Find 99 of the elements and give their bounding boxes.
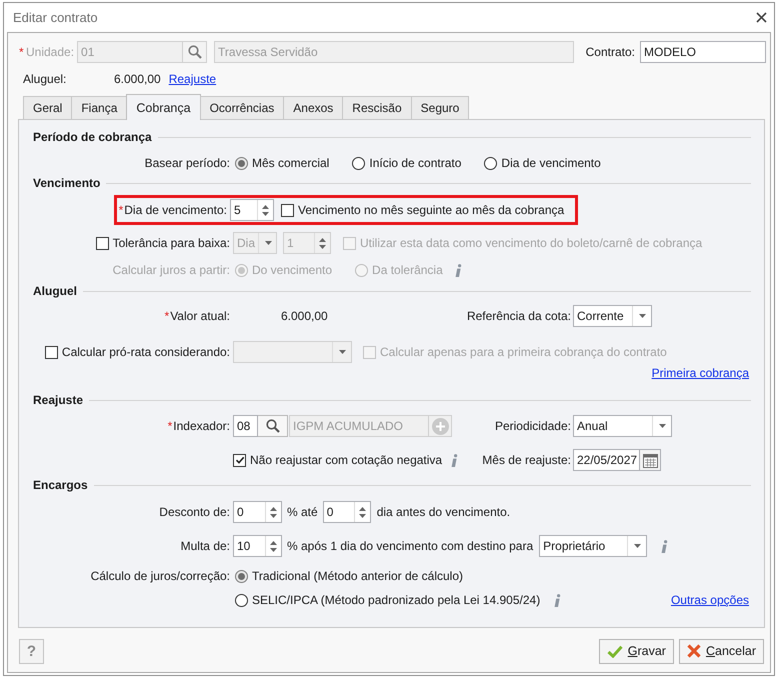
info-icon[interactable] [660, 540, 668, 552]
field-text: % até [287, 505, 318, 519]
cross-icon [686, 644, 701, 658]
section-title: Aluguel [33, 284, 77, 298]
caret-up-icon[interactable] [270, 506, 277, 510]
tab[interactable]: Rescisão [342, 96, 412, 119]
checkbox[interactable] [281, 204, 294, 216]
search-icon [188, 45, 202, 59]
radio-label: Início de contrato [369, 156, 462, 170]
destination-dropdown[interactable]: Proprietário [539, 535, 648, 557]
section-title: Encargos [33, 478, 88, 492]
radio-label: Da tolerância [372, 263, 443, 277]
caret-down-icon[interactable] [358, 514, 366, 518]
field-text: dia antes do vencimento. [376, 505, 510, 519]
field-label: Basear período: [144, 156, 230, 170]
caret-up-icon[interactable] [358, 506, 366, 510]
periodicity-dropdown[interactable]: Anual [573, 415, 672, 437]
search-button[interactable] [183, 41, 208, 63]
required-mark: * [164, 309, 170, 323]
caret-down-icon [634, 544, 641, 548]
radio-button[interactable] [484, 156, 498, 170]
tab[interactable]: Ocorrências [200, 96, 284, 119]
field-label: Cálculo de juros/correção: [90, 569, 230, 583]
tab[interactable]: Cobrança [126, 94, 201, 120]
tab[interactable]: Fiança [71, 96, 128, 119]
caret-down-icon [638, 314, 646, 318]
search-icon [266, 419, 280, 433]
checkbox[interactable] [44, 346, 58, 358]
number-field[interactable]: 0 [233, 501, 282, 523]
quota-reference-dropdown[interactable]: Corrente [573, 305, 652, 327]
field-label: Valor atual: [170, 309, 230, 323]
date-field[interactable]: 22/05/2027 [573, 449, 640, 471]
checkbox-label: Tolerância para baixa: [112, 236, 230, 250]
tab[interactable]: Seguro [410, 96, 470, 119]
caret-down-icon [338, 350, 346, 354]
caret-down-icon[interactable] [270, 548, 277, 552]
contract-label: Contrato: [586, 45, 635, 59]
caret-down-icon [658, 424, 666, 428]
field-label: Indexador: [173, 419, 230, 433]
rent-label: Aluguel: [23, 72, 68, 86]
unit-label: Unidade: [26, 45, 74, 59]
required-mark: * [118, 203, 124, 217]
field-label: Mês de reajuste: [481, 453, 571, 467]
section-title: Vencimento [33, 176, 100, 190]
search-button[interactable] [258, 415, 288, 437]
checkbox-label: Vencimento no mês seguinte ao mês da cobrança [298, 203, 564, 217]
radio-button[interactable] [352, 156, 366, 170]
radio-button[interactable] [235, 594, 248, 606]
tab[interactable]: Anexos [283, 96, 344, 119]
field-label: Multa de: [180, 539, 230, 553]
caret-down-icon[interactable] [262, 212, 269, 216]
indexer-code-field[interactable]: 08 [233, 415, 258, 437]
required-mark: * [168, 419, 172, 433]
cancel-button[interactable]: Cancelar [678, 638, 764, 664]
radio-label: SELIC/IPCA (Método padronizado pela Lei 14.905/24) [252, 593, 540, 607]
required-mark: * [19, 45, 25, 59]
field-label: Dia de vencimento: [124, 203, 227, 217]
tab[interactable]: Geral [23, 96, 72, 119]
current-value: 6.000,00 [281, 309, 328, 323]
section-title: Reajuste [33, 393, 84, 407]
checkbox-label: Utilizar esta data como vencimento do boleto/carnê de cobrança [360, 236, 702, 250]
radio-label: Dia de vencimento [501, 156, 601, 170]
number-field[interactable]: 0 [322, 501, 371, 523]
first-charge-link[interactable]: Primeira cobrança [652, 366, 749, 380]
number-field[interactable]: 10 [233, 535, 282, 557]
radio-label: Tradicional (Método anterior de cálculo) [252, 569, 463, 583]
checkbox-label: Calcular pró-rata considerando: [62, 345, 230, 359]
caret-up-icon[interactable] [270, 540, 277, 544]
radio-button[interactable] [235, 156, 248, 170]
window-title: Editar contrato [13, 10, 98, 25]
caret-up-icon[interactable] [262, 204, 269, 208]
field-label: Periodicidade: [494, 419, 571, 433]
close-icon[interactable] [756, 12, 767, 23]
caret-down-icon[interactable] [270, 514, 277, 518]
plus-circle-icon [432, 418, 448, 434]
radio-label: Mês comercial [252, 156, 330, 170]
contract-field[interactable]: MODELO [640, 41, 766, 63]
checkbox[interactable] [233, 454, 246, 466]
info-icon[interactable] [553, 594, 562, 606]
checkbox-label: Não reajustar com cotação negativa [250, 453, 442, 467]
number-field[interactable]: 5 [230, 199, 274, 221]
check-icon [606, 644, 623, 658]
field-label: Calcular juros a partir: [112, 263, 230, 277]
field-label: Desconto de: [159, 505, 230, 519]
field-label: Referência da cota: [466, 309, 571, 323]
rent-value: 6.000,00 [114, 72, 161, 86]
field-text: % após 1 dia do vencimento com destino para [287, 539, 534, 553]
more-options-link[interactable]: Outras opções [670, 593, 749, 607]
save-button[interactable]: Gravar [598, 638, 674, 664]
checkbox-label: Calcular apenas para a primeira cobrança do contrato [380, 345, 667, 359]
radio-button[interactable] [235, 570, 248, 582]
adjustment-link[interactable]: Reajuste [168, 72, 216, 86]
calendar-icon [642, 452, 658, 468]
calendar-button[interactable] [640, 449, 661, 471]
caret-down-icon [264, 241, 272, 245]
info-icon[interactable] [454, 264, 462, 276]
info-icon[interactable] [450, 454, 458, 466]
section-title: Período de cobrança [33, 130, 152, 144]
radio-label: Do vencimento [252, 263, 332, 277]
